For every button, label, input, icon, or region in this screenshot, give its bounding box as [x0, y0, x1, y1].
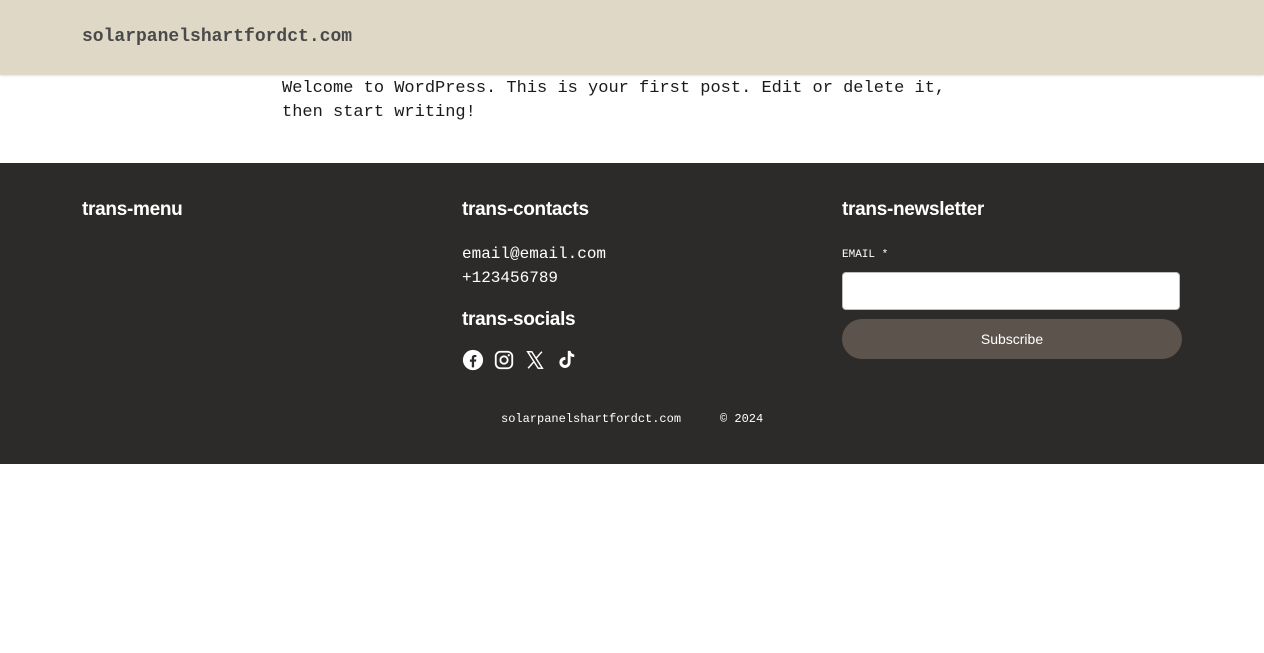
site-title-link[interactable]: solarpanelshartfordct.com	[82, 27, 352, 47]
email-label: EMAIL *	[842, 249, 889, 261]
subscribe-button[interactable]: Subscribe	[842, 319, 1182, 359]
menu-heading: trans-menu	[82, 199, 183, 220]
site-footer: trans-menu trans-contacts email@email.co…	[0, 163, 1264, 464]
tiktok-icon[interactable]	[555, 349, 577, 371]
x-icon[interactable]	[524, 349, 546, 371]
post-text: Welcome to WordPress. This is your first…	[282, 79, 946, 122]
instagram-icon[interactable]	[493, 349, 515, 371]
post-content: Welcome to WordPress. This is your first…	[0, 75, 1264, 163]
footer-site-link[interactable]: solarpanelshartfordct.com	[501, 412, 681, 426]
site-header: solarpanelshartfordct.com	[0, 0, 1264, 75]
email-input[interactable]	[842, 272, 1180, 310]
facebook-icon[interactable]	[462, 349, 484, 371]
contact-phone[interactable]: +123456789	[462, 269, 558, 287]
contacts-heading: trans-contacts	[462, 199, 589, 220]
social-links	[462, 349, 577, 371]
socials-heading: trans-socials	[462, 309, 576, 330]
newsletter-heading: trans-newsletter	[842, 199, 984, 220]
copyright-text: © 2024	[720, 412, 764, 426]
contact-email[interactable]: email@email.com	[462, 245, 606, 263]
